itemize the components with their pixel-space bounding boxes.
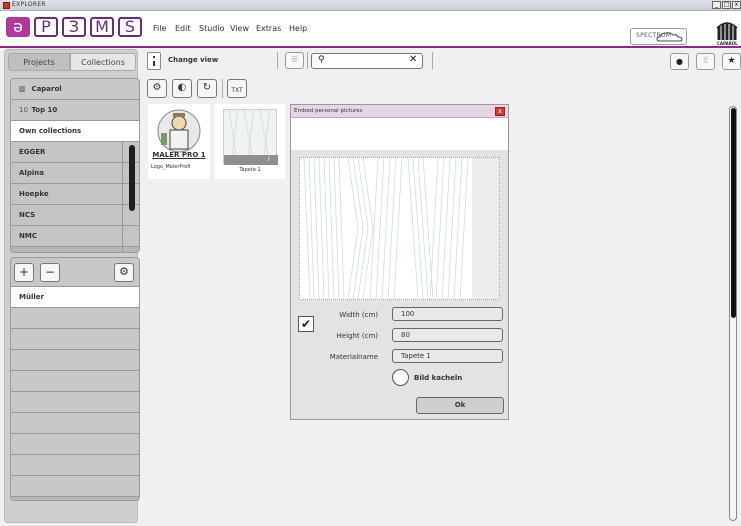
list-item-alpina[interactable]: Alpina [11, 163, 139, 184]
menu-view[interactable]: View [230, 24, 249, 33]
header-accent-bar [0, 46, 741, 48]
toolbar-divider [222, 79, 223, 98]
settings-gear-icon[interactable]: ⚙ [147, 79, 167, 98]
list-item-empty [11, 476, 139, 497]
dialog-title: Embed personal pictures [291, 105, 508, 118]
own-collection-panel: + − ⚙ Müller [10, 257, 140, 501]
width-label: Width (cm) [339, 311, 378, 319]
thumbnail-logo[interactable]: MALER PRO 1 Logo_MalerProfi [148, 104, 210, 179]
thumbnail-caption: Tapete 1 [239, 167, 261, 173]
height-field[interactable]: 80 [392, 328, 503, 342]
tile-label: Bild kacheln [414, 374, 463, 382]
clear-search-icon[interactable]: ✕ [409, 54, 417, 65]
window-title: EXPLORER [12, 1, 46, 8]
cloud-icon [656, 32, 683, 42]
height-label: Height (cm) [336, 332, 379, 340]
menu-edit[interactable]: Edit [175, 24, 191, 33]
toolbar-divider [277, 52, 278, 69]
ok-button[interactable]: Ok [416, 397, 504, 414]
add-button[interactable]: + [14, 263, 34, 282]
logo-letter-e: ə [6, 17, 30, 37]
refresh-icon[interactable]: ↻ [197, 79, 217, 98]
main-scroll-thumb[interactable] [731, 108, 736, 318]
thumbnail-caption: Logo_MalerProfi [151, 164, 191, 170]
logo-letter-3: З [62, 17, 86, 37]
favorite-star-icon[interactable]: ★ [722, 53, 741, 70]
collections-list: ▥ Caparol 10 Top 10 Own collections EGGE… [10, 78, 140, 253]
embed-pictures-dialog: Embed personal pictures x ✔ Width (cm) 1… [290, 104, 509, 420]
tab-collections[interactable]: Collections [70, 53, 136, 71]
checkmark-icon[interactable]: ✔ [298, 316, 314, 332]
list-item-empty [11, 392, 139, 413]
menu-help[interactable]: Help [289, 24, 307, 33]
list-item-top10[interactable]: 10 Top 10 [11, 100, 139, 121]
collections-scroll-thumb[interactable] [129, 145, 135, 211]
app-header: ə P З M S File Edit Studio View Extras H… [0, 11, 741, 48]
list-item-ncs[interactable]: NCS [11, 205, 139, 226]
dialog-header-area [291, 118, 508, 150]
tile-radio[interactable] [392, 369, 409, 386]
search-icon: ⚲ [318, 55, 325, 65]
minimize-button[interactable]: _ [712, 1, 721, 9]
logo-letter-p: P [34, 17, 58, 37]
change-view-icon[interactable] [147, 52, 161, 70]
remove-button[interactable]: − [40, 263, 60, 282]
top10-icon: 10 [19, 106, 28, 114]
left-panel: Projects Collections ▥ Caparol 10 Top 10… [4, 49, 140, 523]
list-item-empty [11, 308, 139, 329]
toolbar-divider [307, 52, 308, 69]
filter-icon[interactable]: ⊻ [696, 53, 715, 70]
list-view-icon[interactable]: ≣ [285, 52, 304, 69]
search-input[interactable]: ⚲ ✕ [311, 53, 423, 69]
text-import-icon[interactable]: TXT [227, 79, 247, 98]
list-item-nmc[interactable]: NMC [11, 226, 139, 247]
logo-letter-s: S [118, 17, 142, 37]
list-item-egger[interactable]: EGGER [11, 142, 139, 163]
color-wheel-icon[interactable]: ◐ [172, 79, 192, 98]
list-item-empty [11, 455, 139, 476]
list-item-caparol[interactable]: ▥ Caparol [11, 79, 139, 100]
maler-pro-wordmark: MALER PRO 1 [152, 151, 206, 159]
close-window-button[interactable]: x [732, 1, 741, 9]
list-item-own-collections[interactable]: Own collections [11, 121, 139, 142]
app-icon [3, 2, 10, 9]
maximize-button[interactable]: □ [722, 1, 731, 9]
chat-icon[interactable]: ● [670, 53, 689, 70]
info-icon[interactable]: i [268, 155, 270, 163]
list-item-empty [11, 371, 139, 392]
toolbar-divider [432, 52, 433, 69]
picture-preview [299, 157, 500, 300]
list-item-mueller[interactable]: Müller [11, 287, 139, 308]
wallpaper-preview: i [223, 109, 278, 165]
list-item-empty [11, 350, 139, 371]
dialog-close-button[interactable]: x [495, 107, 505, 116]
change-view-label[interactable]: Change view [168, 56, 218, 64]
gear-icon[interactable]: ⚙ [114, 263, 134, 282]
menu-file[interactable]: File [153, 24, 166, 33]
width-field[interactable]: 100 [392, 307, 503, 321]
painter-image [157, 109, 201, 153]
list-item-empty [11, 434, 139, 455]
caparol-logo: CAPAROL [714, 22, 740, 48]
list-item-hoepke[interactable]: Hoepke [11, 184, 139, 205]
logo-letter-m: M [90, 17, 114, 37]
list-item-empty [11, 413, 139, 434]
brand-icon: ▥ [19, 85, 26, 93]
tab-projects[interactable]: Projects [8, 53, 70, 71]
window-title-bar: EXPLORER _ □ x [0, 0, 741, 11]
menu-studio[interactable]: Studio [199, 24, 224, 33]
material-label: Materialname [329, 353, 378, 361]
thumbnail-tapete[interactable]: i Tapete 1 [215, 104, 285, 179]
menu-extras[interactable]: Extras [256, 24, 281, 33]
material-name-field[interactable]: Tapete 1 [392, 349, 503, 363]
spectrum-button[interactable]: SPECTRUM [630, 28, 687, 45]
list-item-empty [11, 329, 139, 350]
